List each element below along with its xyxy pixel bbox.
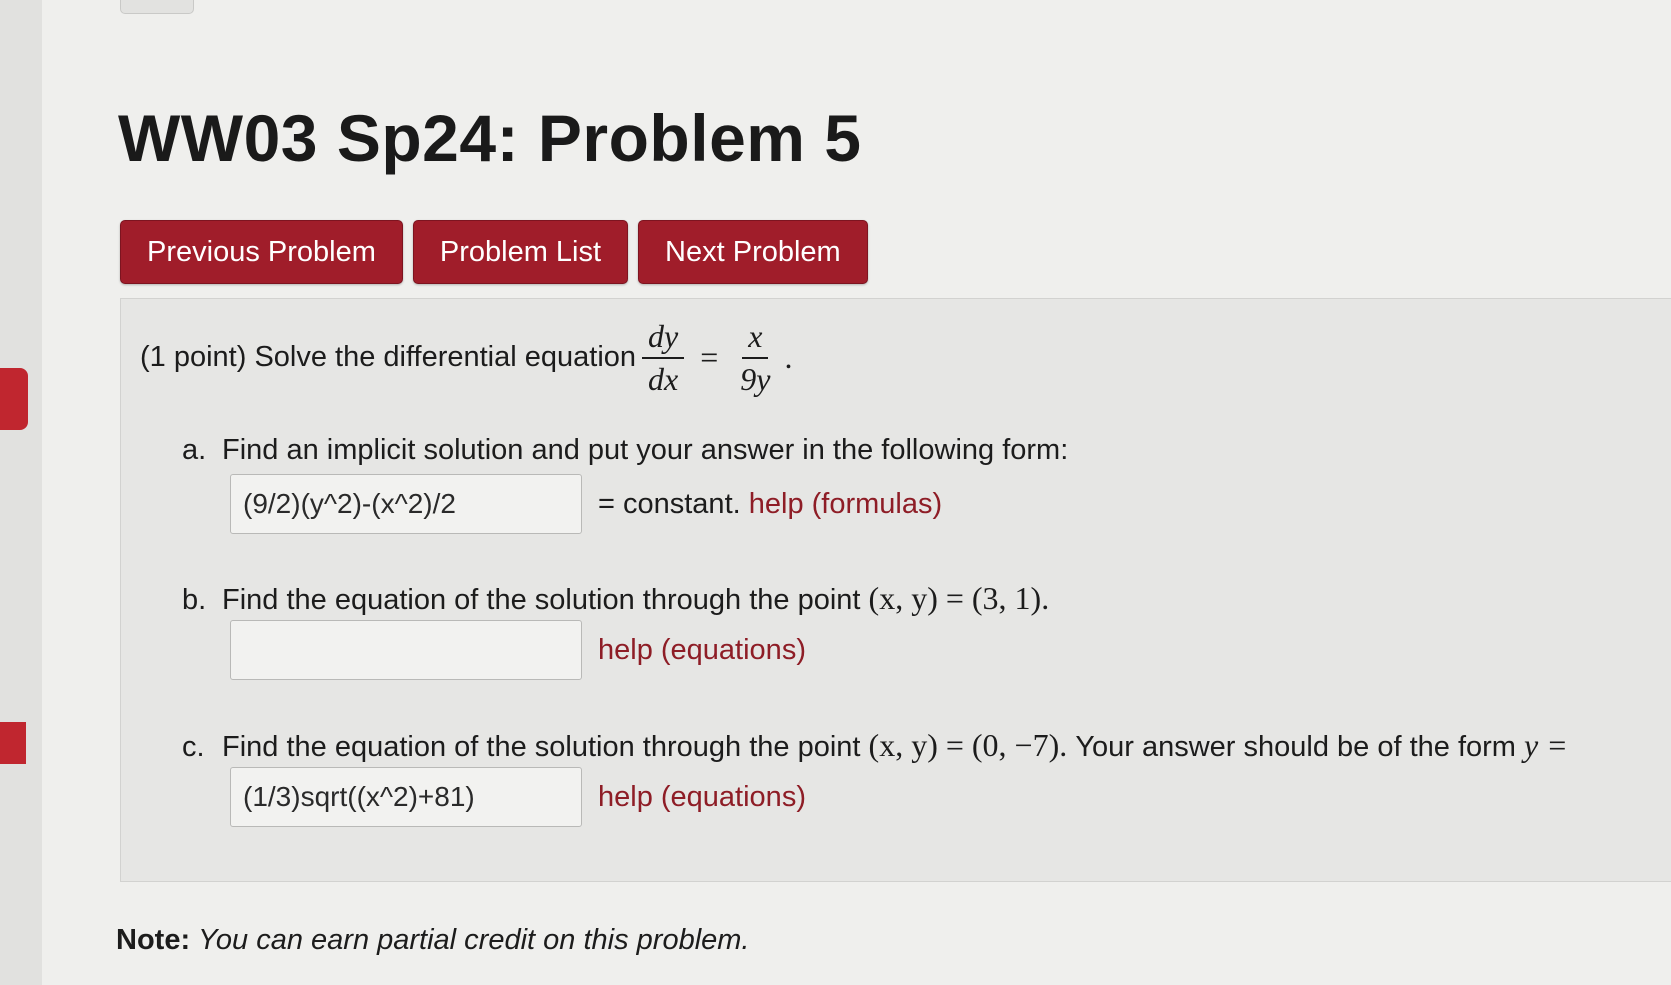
page-title: WW03 Sp24: Problem 5 [118,101,862,175]
equation-period: . [784,339,793,376]
part-a-answer-row: = constant. help (formulas) [230,474,942,534]
part-b-answer-row: help (equations) [230,620,806,680]
problem-list-button[interactable]: Problem List [412,220,629,284]
part-c-answer-row: help (equations) [230,767,806,827]
top-tab [120,0,194,14]
problem-statement: (1 point) Solve the differential equatio… [140,318,792,398]
part-a-answer-input[interactable] [230,474,582,534]
part-c-form-text: Your answer should be of the form [1075,731,1516,763]
part-c-answer-input[interactable] [230,767,582,827]
part-b-letter: b. [182,584,207,616]
left-tab-marker [0,368,28,430]
equation-rhs-numerator: x [742,318,769,359]
equation-rhs-denominator: 9y [740,360,771,397]
note-text: You can earn partial credit on this prob… [198,924,750,956]
part-b-question: b. Find the equation of the solution thr… [182,580,1049,617]
note-label: Note: [116,924,191,956]
equation-lhs-fraction: dy dx [642,318,685,398]
part-c-point: (x, y) = (0, −7). [868,727,1068,763]
part-b-point: (x, y) = (3, 1). [868,580,1050,616]
part-a-suffix: = constant. [598,487,741,520]
equation-lhs-numerator: dy [642,318,685,359]
help-equations-link[interactable]: help (equations) [598,781,806,814]
part-c-text: Find the equation of the solution throug… [222,731,861,763]
help-formulas-link[interactable]: help (formulas) [749,488,942,521]
problem-nav: Previous Problem Problem List Next Probl… [120,220,868,284]
equation-rhs-fraction: x 9y [734,318,776,398]
next-problem-button[interactable]: Next Problem [638,220,868,284]
part-c-letter: c. [182,731,205,763]
part-b-answer-input[interactable] [230,620,582,680]
previous-problem-button[interactable]: Previous Problem [120,220,403,284]
problem-points: (1 point) [140,341,247,374]
part-a-question: a. Find an implicit solution and put you… [182,434,1068,467]
partial-credit-note: Note: You can earn partial credit on thi… [116,924,749,957]
part-b-text: Find the equation of the solution throug… [222,584,861,616]
part-c-form-expr: y = [1524,727,1568,763]
equation-equals: = [700,339,719,376]
part-a-letter: a. [182,434,207,466]
left-frame [0,0,42,985]
help-equations-link[interactable]: help (equations) [598,634,806,667]
part-a-text: Find an implicit solution and put your a… [222,434,1069,466]
left-tab-marker [0,722,26,764]
equation-lhs-denominator: dx [648,360,679,397]
part-c-question: c. Find the equation of the solution thr… [182,727,1568,764]
problem-prompt: Solve the differential equation [254,341,637,374]
